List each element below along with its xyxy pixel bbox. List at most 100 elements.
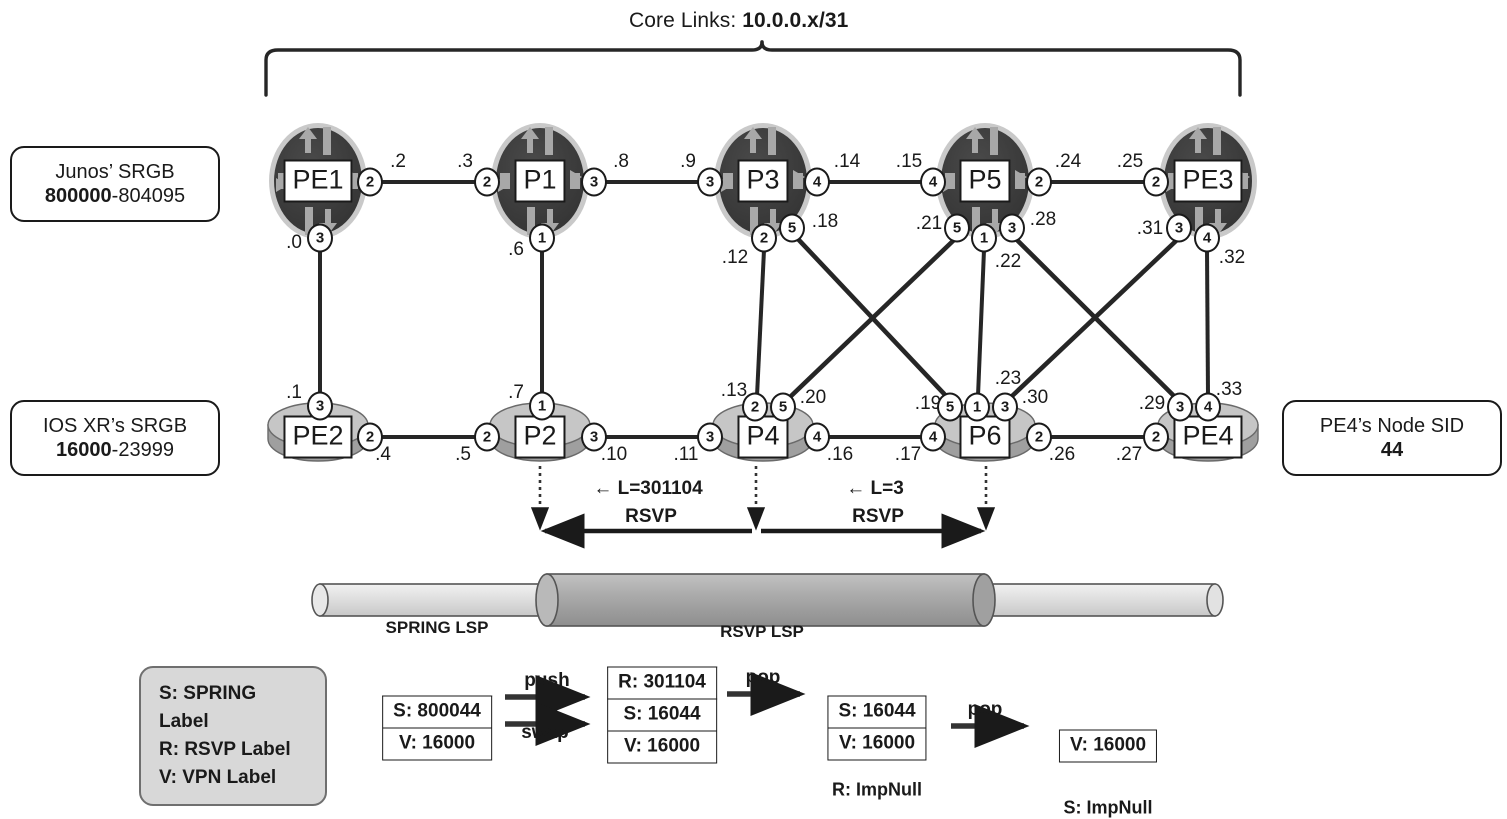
spring-lsp-caption: SPRING LSP xyxy=(385,618,489,637)
stack-note: S: ImpNull xyxy=(1063,797,1153,818)
port-circle: 4 xyxy=(920,422,946,452)
port-circle: 4 xyxy=(804,167,830,197)
port-circle: 4 xyxy=(1194,223,1220,253)
node-label-p4[interactable]: P4 xyxy=(737,415,789,459)
port-circle: 3 xyxy=(307,391,333,421)
label-stack-entry: V: 16000 xyxy=(382,727,492,761)
port-circle: 2 xyxy=(742,392,768,422)
port-circle: 4 xyxy=(804,422,830,452)
label-stack-entry: R: 301104 xyxy=(607,666,717,699)
node-label-pe2[interactable]: PE2 xyxy=(283,415,353,459)
port-circle: 5 xyxy=(944,213,970,243)
label-stack-entry: S: 800044 xyxy=(382,695,492,728)
label-stack-entry: V: 16000 xyxy=(827,727,927,761)
ip-octet-label: .6 xyxy=(508,239,524,260)
port-circle: 3 xyxy=(581,422,607,452)
ip-octet-label: .7 xyxy=(508,382,524,403)
stack-op-push: push xyxy=(524,670,570,691)
port-circle: 1 xyxy=(964,392,990,422)
port-circle: 2 xyxy=(357,167,383,197)
port-circle: 2 xyxy=(751,223,777,253)
port-circle: 2 xyxy=(357,422,383,452)
label-stack-s1: S: 800044 V: 16000 xyxy=(382,695,492,761)
label-stack-s2: R: 301104 S: 16044 V: 16000 xyxy=(607,666,717,764)
port-circle: 3 xyxy=(999,213,1025,243)
port-circle: 2 xyxy=(474,167,500,197)
port-circle: 5 xyxy=(779,213,805,243)
port-circle: 2 xyxy=(474,422,500,452)
port-circle: 3 xyxy=(697,422,723,452)
port-circle: 1 xyxy=(529,223,555,253)
ip-octet-label: .27 xyxy=(1115,444,1143,465)
label-stack-s4: V: 16000 xyxy=(1058,729,1158,763)
label-stack-entry: V: 16000 xyxy=(1058,729,1158,763)
legend-line-vpn: V: VPN Label xyxy=(159,767,277,789)
legend-line-rsvp: R: RSVP Label xyxy=(159,739,291,761)
port-circle: 3 xyxy=(307,223,333,253)
stack-op-pop: pop xyxy=(745,667,781,688)
ip-octet-label: .30 xyxy=(1021,387,1049,408)
ip-octet-label: .2 xyxy=(390,151,406,172)
ip-octet-label: .11 xyxy=(673,444,699,465)
ip-octet-label: .22 xyxy=(994,251,1022,272)
ip-octet-label: .31 xyxy=(1136,218,1164,239)
port-circle: 2 xyxy=(1026,422,1052,452)
ip-octet-label: .9 xyxy=(680,151,696,172)
label-stack-entry: V: 16000 xyxy=(607,730,717,764)
port-circle: 2 xyxy=(1143,422,1169,452)
ip-octet-label: .21 xyxy=(915,213,943,234)
legend-line-spring: S: SPRING Label xyxy=(159,683,257,733)
node-label-p3[interactable]: P3 xyxy=(737,159,789,203)
port-circle: 4 xyxy=(1195,392,1221,422)
rsvp-segment1-label: ← L=301104 xyxy=(593,478,703,499)
port-circle: 4 xyxy=(920,167,946,197)
ip-octet-label: .3 xyxy=(457,151,473,172)
port-circle: 3 xyxy=(581,167,607,197)
ip-octet-label: .24 xyxy=(1054,151,1082,172)
label-stack-entry: S: 16044 xyxy=(827,695,927,728)
ip-octet-label: .10 xyxy=(600,444,628,465)
port-circle: 3 xyxy=(1167,392,1193,422)
rsvp-segment2-proto: RSVP xyxy=(852,506,904,527)
rsvp-segment1-proto: RSVP xyxy=(625,506,677,527)
ip-octet-label: .29 xyxy=(1138,393,1166,414)
ip-octet-label: .20 xyxy=(799,387,827,408)
node-label-p5[interactable]: P5 xyxy=(959,159,1011,203)
port-circle: 5 xyxy=(937,392,963,422)
port-circle: 5 xyxy=(770,392,796,422)
ip-octet-label: .18 xyxy=(811,211,839,232)
stack-op-pop: pop xyxy=(967,699,1003,720)
node-label-p1[interactable]: P1 xyxy=(514,159,566,203)
ip-octet-label: .16 xyxy=(826,444,854,465)
ip-octet-label: .28 xyxy=(1029,209,1057,230)
ip-octet-label: .23 xyxy=(994,368,1022,389)
label-type-legend: S: SPRING Label R: RSVP Label V: VPN Lab… xyxy=(139,666,327,807)
ip-octet-label: .32 xyxy=(1218,247,1246,268)
ip-octet-label: .26 xyxy=(1048,444,1076,465)
label-stack-s3: S: 16044 V: 16000 xyxy=(827,695,927,761)
ip-octet-label: .15 xyxy=(895,151,923,172)
label-stack-entry: S: 16044 xyxy=(607,698,717,731)
node-label-p6[interactable]: P6 xyxy=(959,415,1011,459)
ip-octet-label: .12 xyxy=(721,247,749,268)
ip-octet-label: .25 xyxy=(1116,151,1144,172)
stack-op-swap: swap xyxy=(521,722,569,743)
port-circle: 1 xyxy=(971,223,997,253)
ip-octet-label: .0 xyxy=(286,232,302,253)
port-circle: 2 xyxy=(1026,167,1052,197)
ip-octet-label: .14 xyxy=(833,151,861,172)
node-label-pe1[interactable]: PE1 xyxy=(283,159,353,203)
ip-octet-label: .1 xyxy=(286,382,302,403)
node-label-pe3[interactable]: PE3 xyxy=(1173,159,1243,203)
node-label-p2[interactable]: P2 xyxy=(514,415,566,459)
port-circle: 3 xyxy=(992,392,1018,422)
ip-octet-label: .17 xyxy=(894,444,922,465)
ip-octet-label: .5 xyxy=(455,444,471,465)
rsvp-segment2-label: ← L=3 xyxy=(846,478,904,499)
port-circle: 3 xyxy=(1166,213,1192,243)
port-circle: 3 xyxy=(697,167,723,197)
node-label-pe4[interactable]: PE4 xyxy=(1173,415,1243,459)
rsvp-lsp-caption: RSVP LSP xyxy=(720,622,804,641)
stack-note: R: ImpNull xyxy=(832,779,922,800)
diagram-canvas: Core Links: 10.0.0.x/31 Junos’ SRGB 8000… xyxy=(0,0,1507,818)
